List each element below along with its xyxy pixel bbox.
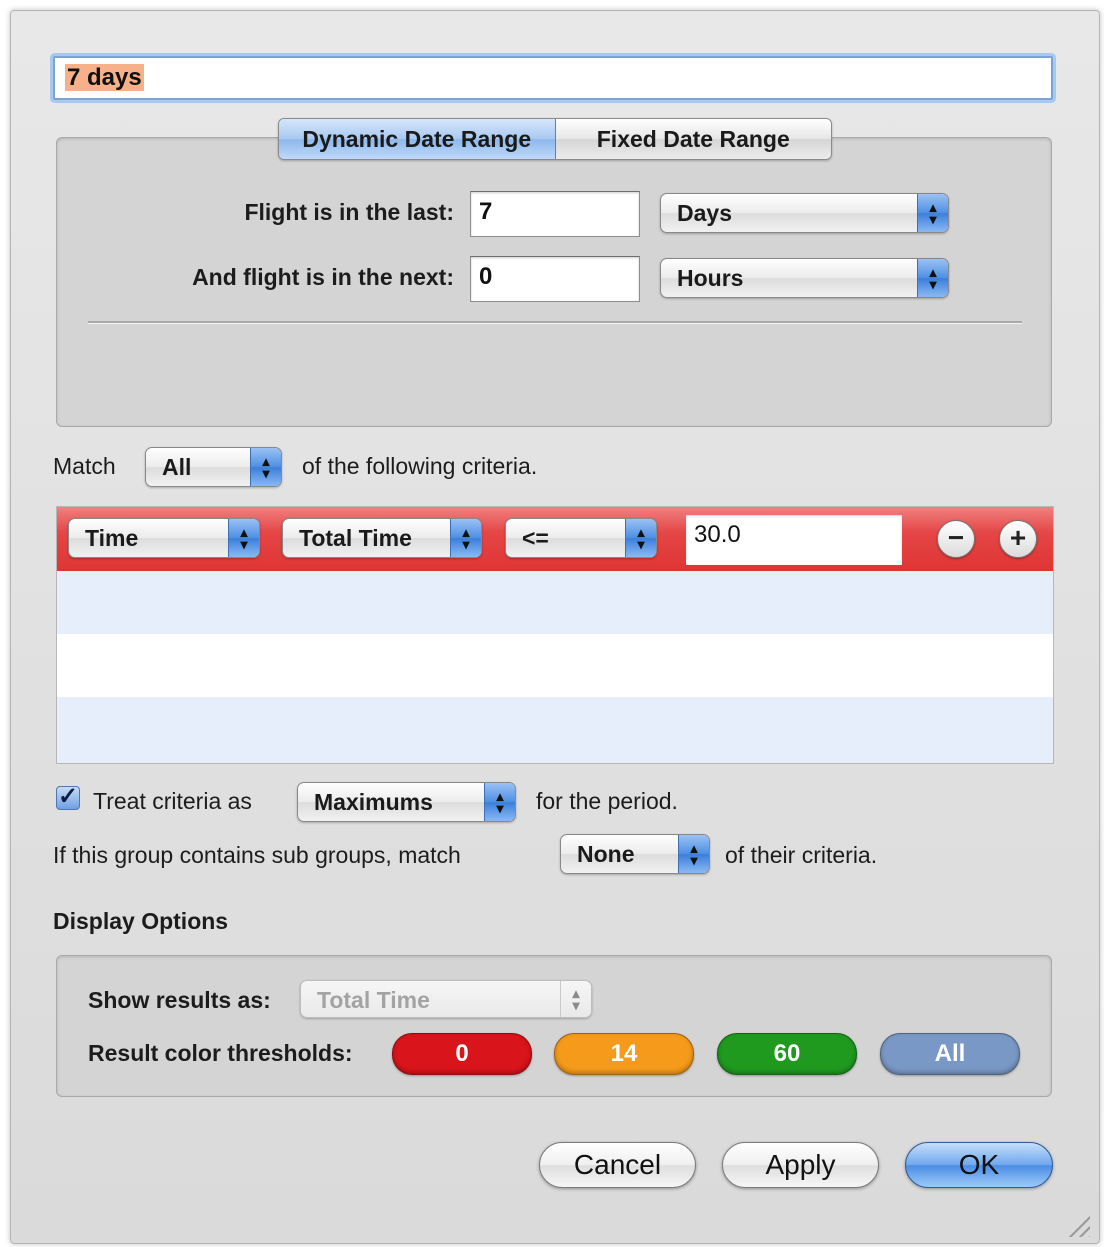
treat-criteria-checkbox[interactable]: ✓ — [56, 783, 80, 810]
popup-arrows-icon: ▴ ▾ — [560, 981, 591, 1017]
popup-arrows-icon: ▴ ▾ — [450, 519, 481, 557]
display-options-heading: Display Options — [53, 908, 229, 934]
criteria-field-popup[interactable]: Time ▴ ▾ — [68, 518, 260, 558]
threshold-orange-value: 14 — [610, 1040, 638, 1067]
display-options-box — [56, 955, 1052, 1097]
show-results-value: Total Time — [317, 987, 430, 1013]
criteria-subfield-popup[interactable]: Total Time ▴ ▾ — [282, 518, 482, 558]
threshold-red-value: 0 — [455, 1040, 469, 1067]
checkmark-icon: ✓ — [57, 783, 79, 810]
subgroups-value: None — [577, 841, 635, 867]
criteria-row-empty — [57, 697, 1053, 763]
minus-icon: − — [947, 522, 965, 553]
apply-button[interactable]: Apply — [722, 1142, 879, 1188]
criteria-value-input[interactable]: 30.0 — [686, 515, 902, 565]
criteria-value-text: 30.0 — [694, 521, 741, 548]
add-criteria-button[interactable]: + — [999, 520, 1037, 558]
group-name-text: 7 days — [65, 64, 144, 91]
match-popup[interactable]: All ▴ ▾ — [145, 447, 282, 487]
treat-criteria-value: Maximums — [314, 789, 433, 815]
popup-arrows-icon: ▴ ▾ — [250, 448, 281, 486]
show-results-label: Show results as: — [88, 987, 271, 1013]
threshold-green-button[interactable]: 60 — [717, 1033, 857, 1075]
popup-arrows-icon: ▴ ▾ — [484, 783, 515, 821]
criteria-subfield-value: Total Time — [299, 525, 412, 551]
popup-arrows-icon: ▴ ▾ — [917, 259, 948, 297]
last-period-input[interactable]: 7 — [470, 191, 640, 237]
subgroups-suffix: of their criteria. — [725, 842, 878, 868]
threshold-orange-button[interactable]: 14 — [554, 1033, 694, 1075]
threshold-all-value: All — [934, 1040, 966, 1067]
next-period-label: And flight is in the next: — [192, 264, 454, 290]
treat-criteria-popup[interactable]: Maximums ▴ ▾ — [297, 782, 516, 822]
threshold-all-button[interactable]: All — [880, 1033, 1020, 1075]
next-period-input[interactable]: 0 — [470, 256, 640, 302]
treat-criteria-suffix: for the period. — [536, 788, 678, 814]
popup-arrows-icon: ▴ ▾ — [917, 194, 948, 232]
subgroups-label: If this group contains sub groups, match — [53, 842, 461, 868]
criteria-operator-popup[interactable]: <= ▴ ▾ — [505, 518, 657, 558]
date-range-divider — [88, 321, 1022, 324]
match-value: All — [162, 454, 192, 480]
group-name-field[interactable]: 7 days — [53, 56, 1053, 100]
popup-arrows-icon: ▴ ▾ — [678, 835, 709, 873]
criteria-row-empty — [57, 571, 1053, 634]
criteria-row-empty — [57, 634, 1053, 697]
match-label: Match — [53, 453, 116, 479]
cancel-button[interactable]: Cancel — [539, 1142, 696, 1188]
last-unit-popup[interactable]: Days ▴ ▾ — [660, 193, 949, 233]
criteria-field-value: Time — [85, 525, 139, 551]
match-suffix-label: of the following criteria. — [302, 453, 538, 479]
tab-fixed-date-range[interactable]: Fixed Date Range — [555, 119, 831, 159]
date-range-segmented-control[interactable]: Dynamic Date Range Fixed Date Range — [278, 118, 832, 160]
last-unit-value: Days — [677, 200, 732, 226]
tab-dynamic-date-range[interactable]: Dynamic Date Range — [279, 119, 556, 159]
popup-arrows-icon: ▴ ▾ — [228, 519, 259, 557]
threshold-red-button[interactable]: 0 — [392, 1033, 532, 1075]
show-results-popup: Total Time ▴ ▾ — [300, 980, 592, 1018]
last-period-label: Flight is in the last: — [244, 199, 454, 225]
last-period-value: 7 — [479, 198, 493, 225]
next-unit-value: Hours — [677, 265, 744, 291]
criteria-operator-value: <= — [522, 525, 549, 551]
treat-criteria-label: Treat criteria as — [93, 788, 252, 814]
remove-criteria-button[interactable]: − — [937, 520, 975, 558]
plus-icon: + — [1009, 522, 1027, 553]
next-unit-popup[interactable]: Hours ▴ ▾ — [660, 258, 949, 298]
ok-button[interactable]: OK — [905, 1142, 1053, 1188]
thresholds-label: Result color thresholds: — [88, 1040, 353, 1066]
next-period-value: 0 — [479, 263, 493, 290]
subgroups-popup[interactable]: None ▴ ▾ — [560, 834, 710, 874]
threshold-green-value: 60 — [773, 1040, 801, 1067]
popup-arrows-icon: ▴ ▾ — [625, 519, 656, 557]
